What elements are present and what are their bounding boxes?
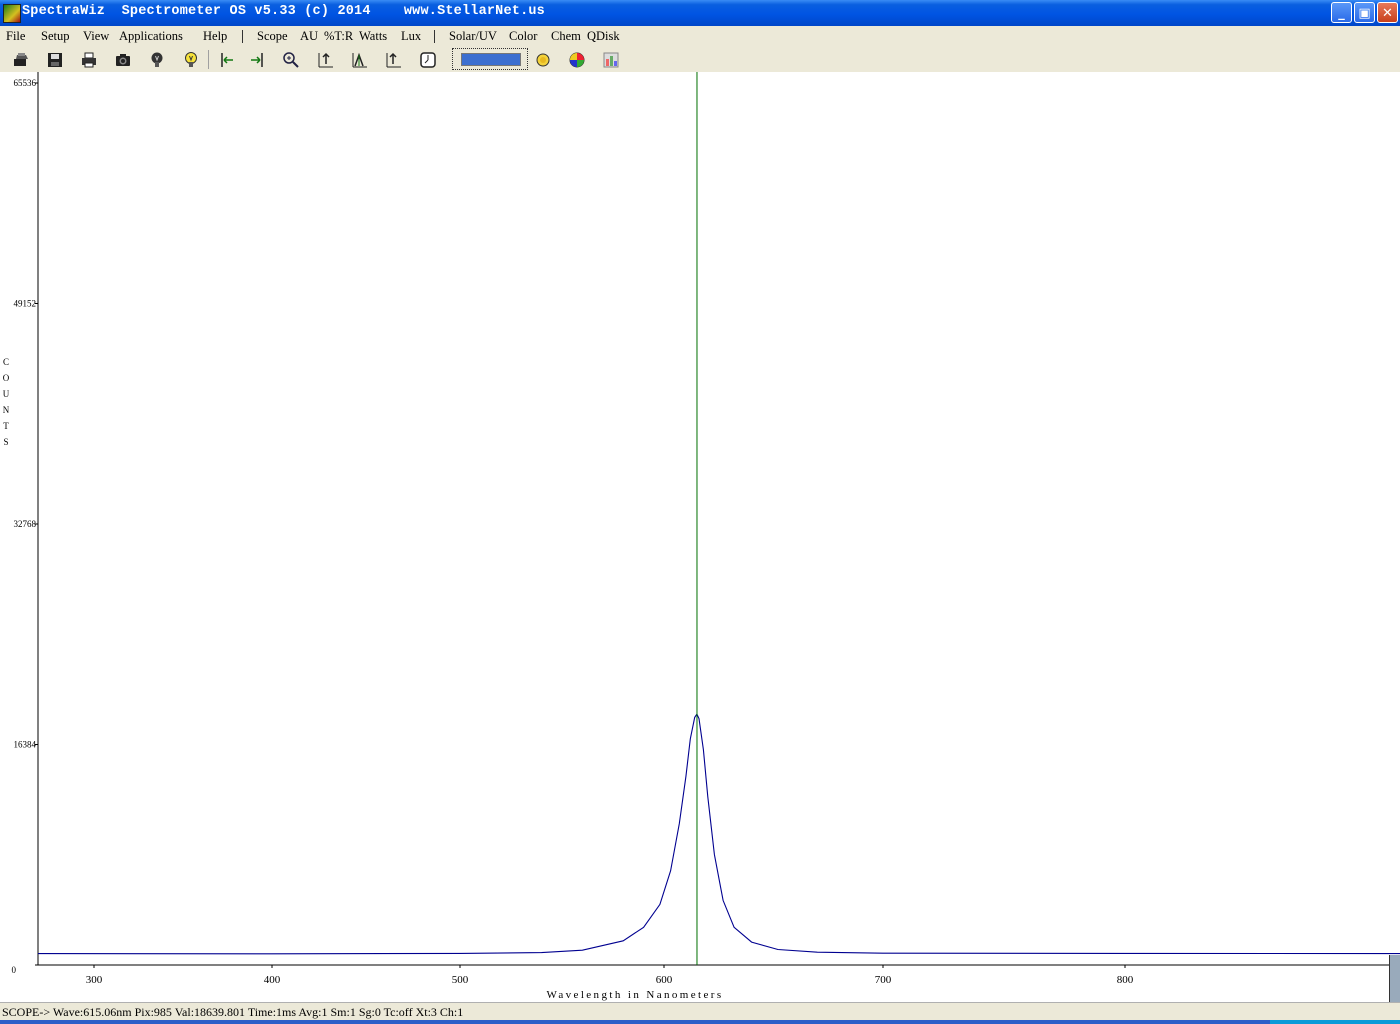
minimize-button[interactable]: _ <box>1331 2 1352 23</box>
dark-bulb-icon[interactable] <box>146 49 168 71</box>
progress-fill <box>462 54 520 65</box>
cursor-left-icon[interactable] <box>216 49 238 71</box>
timer-icon[interactable] <box>417 49 439 71</box>
y-axis-label-letter: S <box>3 437 9 447</box>
menu-help[interactable]: Help <box>203 29 227 44</box>
menu-solar-uv[interactable]: Solar/UV <box>449 29 497 44</box>
spectrum-plot[interactable]: 65536 49152 32768 16384 0 300 400 500 600 700 800 W… <box>0 72 1400 1002</box>
open-icon[interactable] <box>10 49 32 71</box>
spectrum-line <box>37 712 1400 955</box>
menu-scope[interactable]: Scope <box>257 29 288 44</box>
y-tick-label: 32768 <box>14 519 37 529</box>
y-axis-label-letter: T <box>3 421 9 431</box>
peak-icon[interactable] <box>349 49 371 71</box>
menu-transmission[interactable]: %T:R <box>324 29 353 44</box>
y-axis-label-letter: N <box>2 405 10 415</box>
maximize-button[interactable]: ▣ <box>1354 2 1375 23</box>
spectrum-chart[interactable]: 65536 49152 32768 16384 0 300 400 500 600 700 800 W… <box>0 72 1400 1002</box>
x-tick-label: 600 <box>656 974 673 986</box>
menu-lux[interactable]: Lux <box>401 29 421 44</box>
taskbar-segment <box>1270 1020 1400 1024</box>
menu-view[interactable]: View <box>83 29 109 44</box>
color-wheel-icon[interactable] <box>566 49 588 71</box>
x-tick-label: 300 <box>86 974 103 986</box>
status-bar: SCOPE-> Wave:615.06nm Pix:985 Val:18639.… <box>0 1002 1400 1021</box>
x-tick-label: 700 <box>875 974 892 986</box>
x-tick-label: 800 <box>1117 974 1134 986</box>
y-axis-label: COUNTS <box>2 354 10 450</box>
menu-file[interactable]: File <box>6 29 25 44</box>
menu-qdisk[interactable]: QDisk <box>587 29 620 44</box>
window-title: SpectraWiz Spectrometer OS v5.33 (c) 201… <box>22 4 545 19</box>
y-tick-label: 0 <box>12 965 17 975</box>
menu-chem[interactable]: Chem <box>551 29 581 44</box>
y-axis-label-letter: C <box>2 357 9 367</box>
y-axis-label-letter: O <box>2 373 10 383</box>
menu-au[interactable]: AU <box>300 29 318 44</box>
save-icon[interactable] <box>44 49 66 71</box>
x-axis-label: Wavelength in Nanometers <box>546 989 723 1001</box>
menu-applications[interactable]: Applications <box>119 29 183 44</box>
camera-icon[interactable] <box>112 49 134 71</box>
y-tick-label: 65536 <box>14 78 37 88</box>
progress-slot <box>461 53 521 66</box>
status-text: SCOPE-> Wave:615.06nm Pix:985 Val:18639.… <box>2 1005 464 1019</box>
menu-color[interactable]: Color <box>509 29 537 44</box>
menu-separator <box>434 30 435 43</box>
y-axis-label-letter: U <box>2 389 10 399</box>
sun-icon[interactable] <box>532 49 554 71</box>
print-icon[interactable] <box>78 49 100 71</box>
menu-setup[interactable]: Setup <box>41 29 69 44</box>
menu-watts[interactable]: Watts <box>359 29 387 44</box>
light-bulb-icon[interactable] <box>180 49 202 71</box>
app-icon[interactable] <box>3 4 21 23</box>
menu-bar: File Setup View Applications Help Scope … <box>0 26 1400 46</box>
y-tick-label: 16384 <box>14 740 37 750</box>
zoom-icon[interactable] <box>280 49 302 71</box>
autoscale-icon[interactable] <box>315 49 337 71</box>
title-bar: SpectraWiz Spectrometer OS v5.33 (c) 201… <box>0 0 1400 26</box>
toolbar <box>0 47 1400 72</box>
taskbar-strip <box>0 1020 1400 1024</box>
cursor-right-icon[interactable] <box>246 49 268 71</box>
menu-separator <box>242 30 243 43</box>
y-tick-label: 49152 <box>14 299 37 309</box>
toolbar-separator <box>208 50 209 69</box>
baseline-icon[interactable] <box>383 49 405 71</box>
close-button[interactable]: ✕ <box>1377 2 1398 23</box>
x-tick-label: 400 <box>264 974 281 986</box>
integration-progress[interactable] <box>452 48 528 70</box>
chart3d-icon[interactable] <box>600 49 622 71</box>
x-tick-label: 500 <box>452 974 469 986</box>
